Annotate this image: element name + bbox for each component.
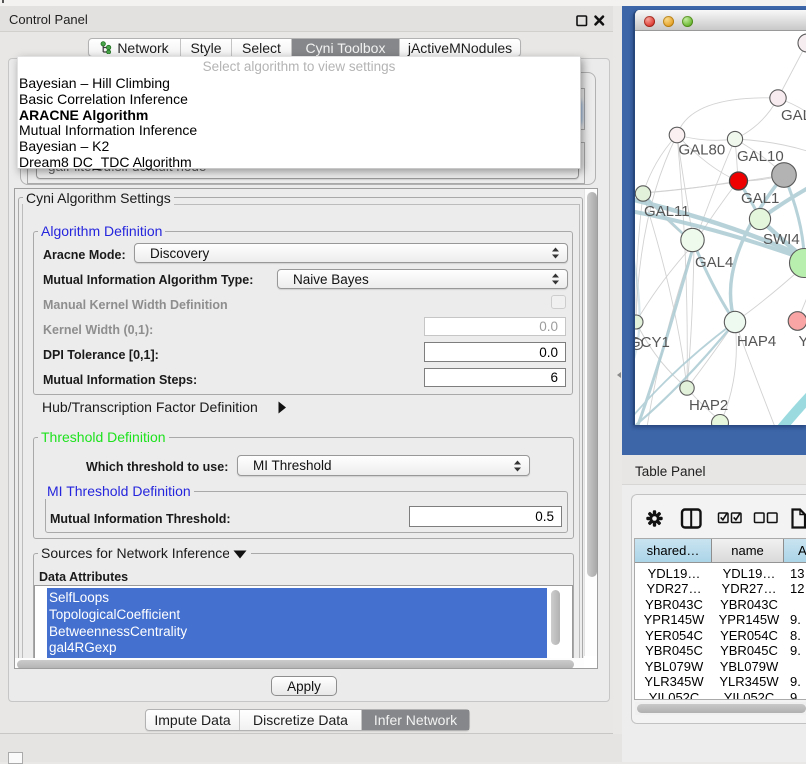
svg-text:GAL1: GAL1	[741, 190, 779, 207]
svg-text:HAP4: HAP4	[737, 333, 776, 350]
svg-text:GCY1: GCY1	[635, 334, 670, 351]
svg-text:GAL10: GAL10	[737, 148, 784, 165]
svg-text:GAL80: GAL80	[679, 142, 726, 159]
svg-text:GAL: GAL	[781, 107, 806, 124]
svg-text:GAL4: GAL4	[695, 254, 733, 271]
svg-text:GAL11: GAL11	[644, 203, 690, 220]
svg-text:SWI4: SWI4	[763, 231, 800, 248]
svg-text:Y: Y	[799, 333, 806, 350]
svg-text:HAP2: HAP2	[689, 397, 728, 414]
